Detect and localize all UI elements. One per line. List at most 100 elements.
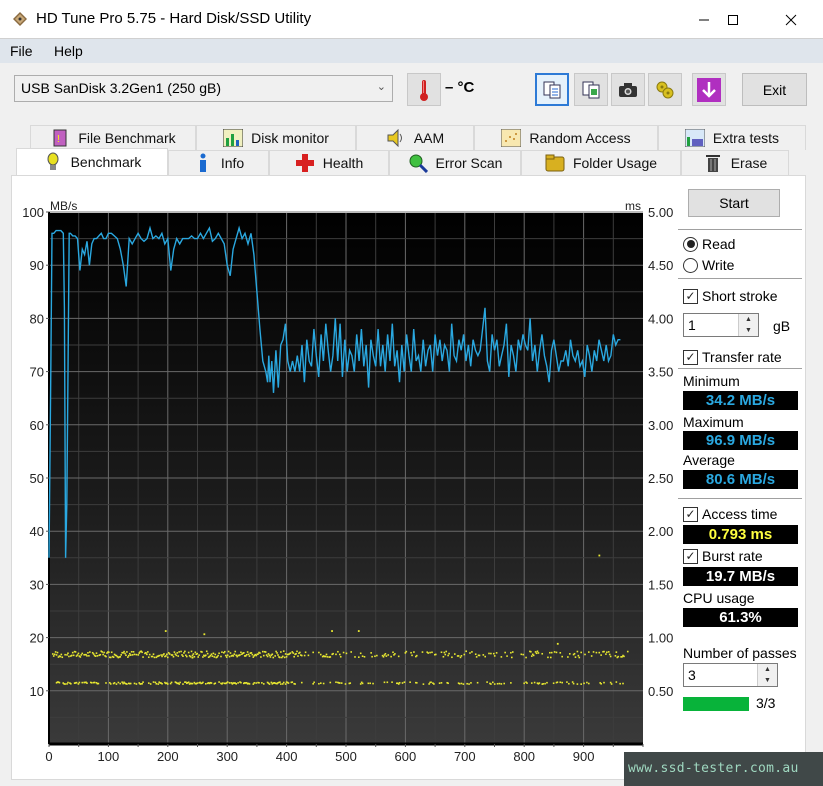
passes-label: Number of passes [683,645,797,661]
menu-file[interactable]: File [10,43,33,59]
x-tick-label: 800 [513,749,535,764]
spinner-arrows[interactable]: ▲ ▼ [738,314,758,336]
tab-health[interactable]: Health [269,150,389,175]
tab-aam[interactable]: AAM [356,125,474,150]
access-time-point [227,650,230,653]
access-time-point [549,656,552,659]
access-time-point [128,652,131,655]
access-time-point [97,682,100,685]
exit-button[interactable]: Exit [742,73,807,106]
access-time-point [609,681,612,684]
y-tick-label: 90 [30,258,44,273]
short-stroke-size-input[interactable]: 1 ▲ ▼ [683,313,759,337]
access-time-point [93,681,96,684]
access-time-point [387,654,390,656]
radio-unselected[interactable] [683,257,698,273]
access-time-point [354,656,356,658]
x-tick-label: 0 [45,749,52,764]
read-radio[interactable]: Read [683,236,735,252]
start-button[interactable]: Start [688,189,780,217]
spinner-arrows[interactable]: ▲ ▼ [757,664,777,686]
access-time-point [574,656,577,658]
access-time-point [338,653,341,656]
close-button[interactable] [762,0,820,39]
access-time-point [168,653,171,655]
access-time-point [53,653,56,656]
access-time-point [258,682,260,684]
access-time-point [463,653,466,656]
access-time-point [300,654,303,657]
minimum-value: 34.2 MB/s [683,391,798,410]
checkbox-checked[interactable]: ✓ [683,349,698,365]
access-time-point [51,653,54,655]
access-time-point [59,655,62,658]
access-time-point [92,653,95,655]
access-time-point [372,682,374,685]
checkbox-checked[interactable]: ✓ [683,288,698,304]
screenshot-button[interactable] [611,73,645,106]
passes-input[interactable]: 3 ▲ ▼ [683,663,778,687]
access-time-point [385,655,388,657]
access-time-point [172,655,175,658]
divider [678,368,802,369]
maximum-value: 96.9 MB/s [683,431,798,450]
access-time-point [81,681,84,684]
options-button[interactable] [648,73,682,106]
access-time-point [217,654,219,657]
write-radio[interactable]: Write [683,257,734,273]
access-time-point [319,682,322,684]
access-time-point [183,652,185,654]
access-time-point [224,654,227,657]
tab-erase[interactable]: Erase [681,150,789,175]
access-time-point [141,651,143,654]
tab-random-access[interactable]: Random Access [474,125,658,150]
access-time-point [363,655,366,658]
tab-info[interactable]: Info [168,150,269,175]
temperature-button[interactable] [407,73,441,106]
access-time-point [237,682,239,684]
access-time-point [265,654,268,656]
side-panel: Start Read Write ✓ Short stroke 1 ▲ ▼ gB … [676,176,804,776]
short-stroke-checkbox[interactable]: ✓ Short stroke [683,288,777,304]
copy-text-button[interactable] [535,73,569,106]
access-time-point [233,653,236,655]
checkbox-checked[interactable]: ✓ [683,506,698,522]
access-time-point [248,655,251,657]
access-time-point [577,654,580,657]
access-time-point [194,651,197,654]
menu-help[interactable]: Help [54,43,83,59]
access-time-point [99,653,102,656]
maximize-button[interactable] [704,0,762,39]
access-time-point [112,656,115,659]
access-time-point [542,683,544,685]
access-time-point [590,655,593,657]
access-time-point [178,683,180,685]
tab-folder-usage[interactable]: Folder Usage [521,150,681,175]
access-time-point [148,653,151,656]
access-time-point [342,651,345,654]
tab-file-benchmark[interactable]: ! File Benchmark [30,125,196,150]
access-time-point [266,655,269,658]
burst-rate-checkbox[interactable]: ✓ Burst rate [683,548,763,564]
tab-disk-monitor[interactable]: Disk monitor [196,125,356,150]
access-time-point [434,653,437,656]
tab-error-scan[interactable]: Error Scan [389,150,521,175]
access-time-point [198,654,200,656]
access-time-point [536,650,539,653]
copy-image-button[interactable] [574,73,608,106]
radio-selected[interactable] [683,236,698,252]
y-tick-label: 40 [30,524,44,539]
checkbox-checked[interactable]: ✓ [683,548,698,564]
access-time-checkbox[interactable]: ✓ Access time [683,506,777,522]
access-time-point [88,655,90,657]
tab-benchmark[interactable]: Benchmark [16,148,168,175]
tab-extra-tests[interactable]: Extra tests [658,125,806,150]
access-time-point [120,654,122,656]
transfer-rate-checkbox[interactable]: ✓ Transfer rate [683,349,782,365]
access-time-point [165,655,167,657]
access-time-point [338,682,341,684]
drive-select[interactable]: USB SanDisk 3.2Gen1 (250 gB) ⌄ [14,75,393,102]
access-time-point [361,655,364,657]
save-button[interactable] [692,73,726,106]
access-time-point [370,652,372,654]
